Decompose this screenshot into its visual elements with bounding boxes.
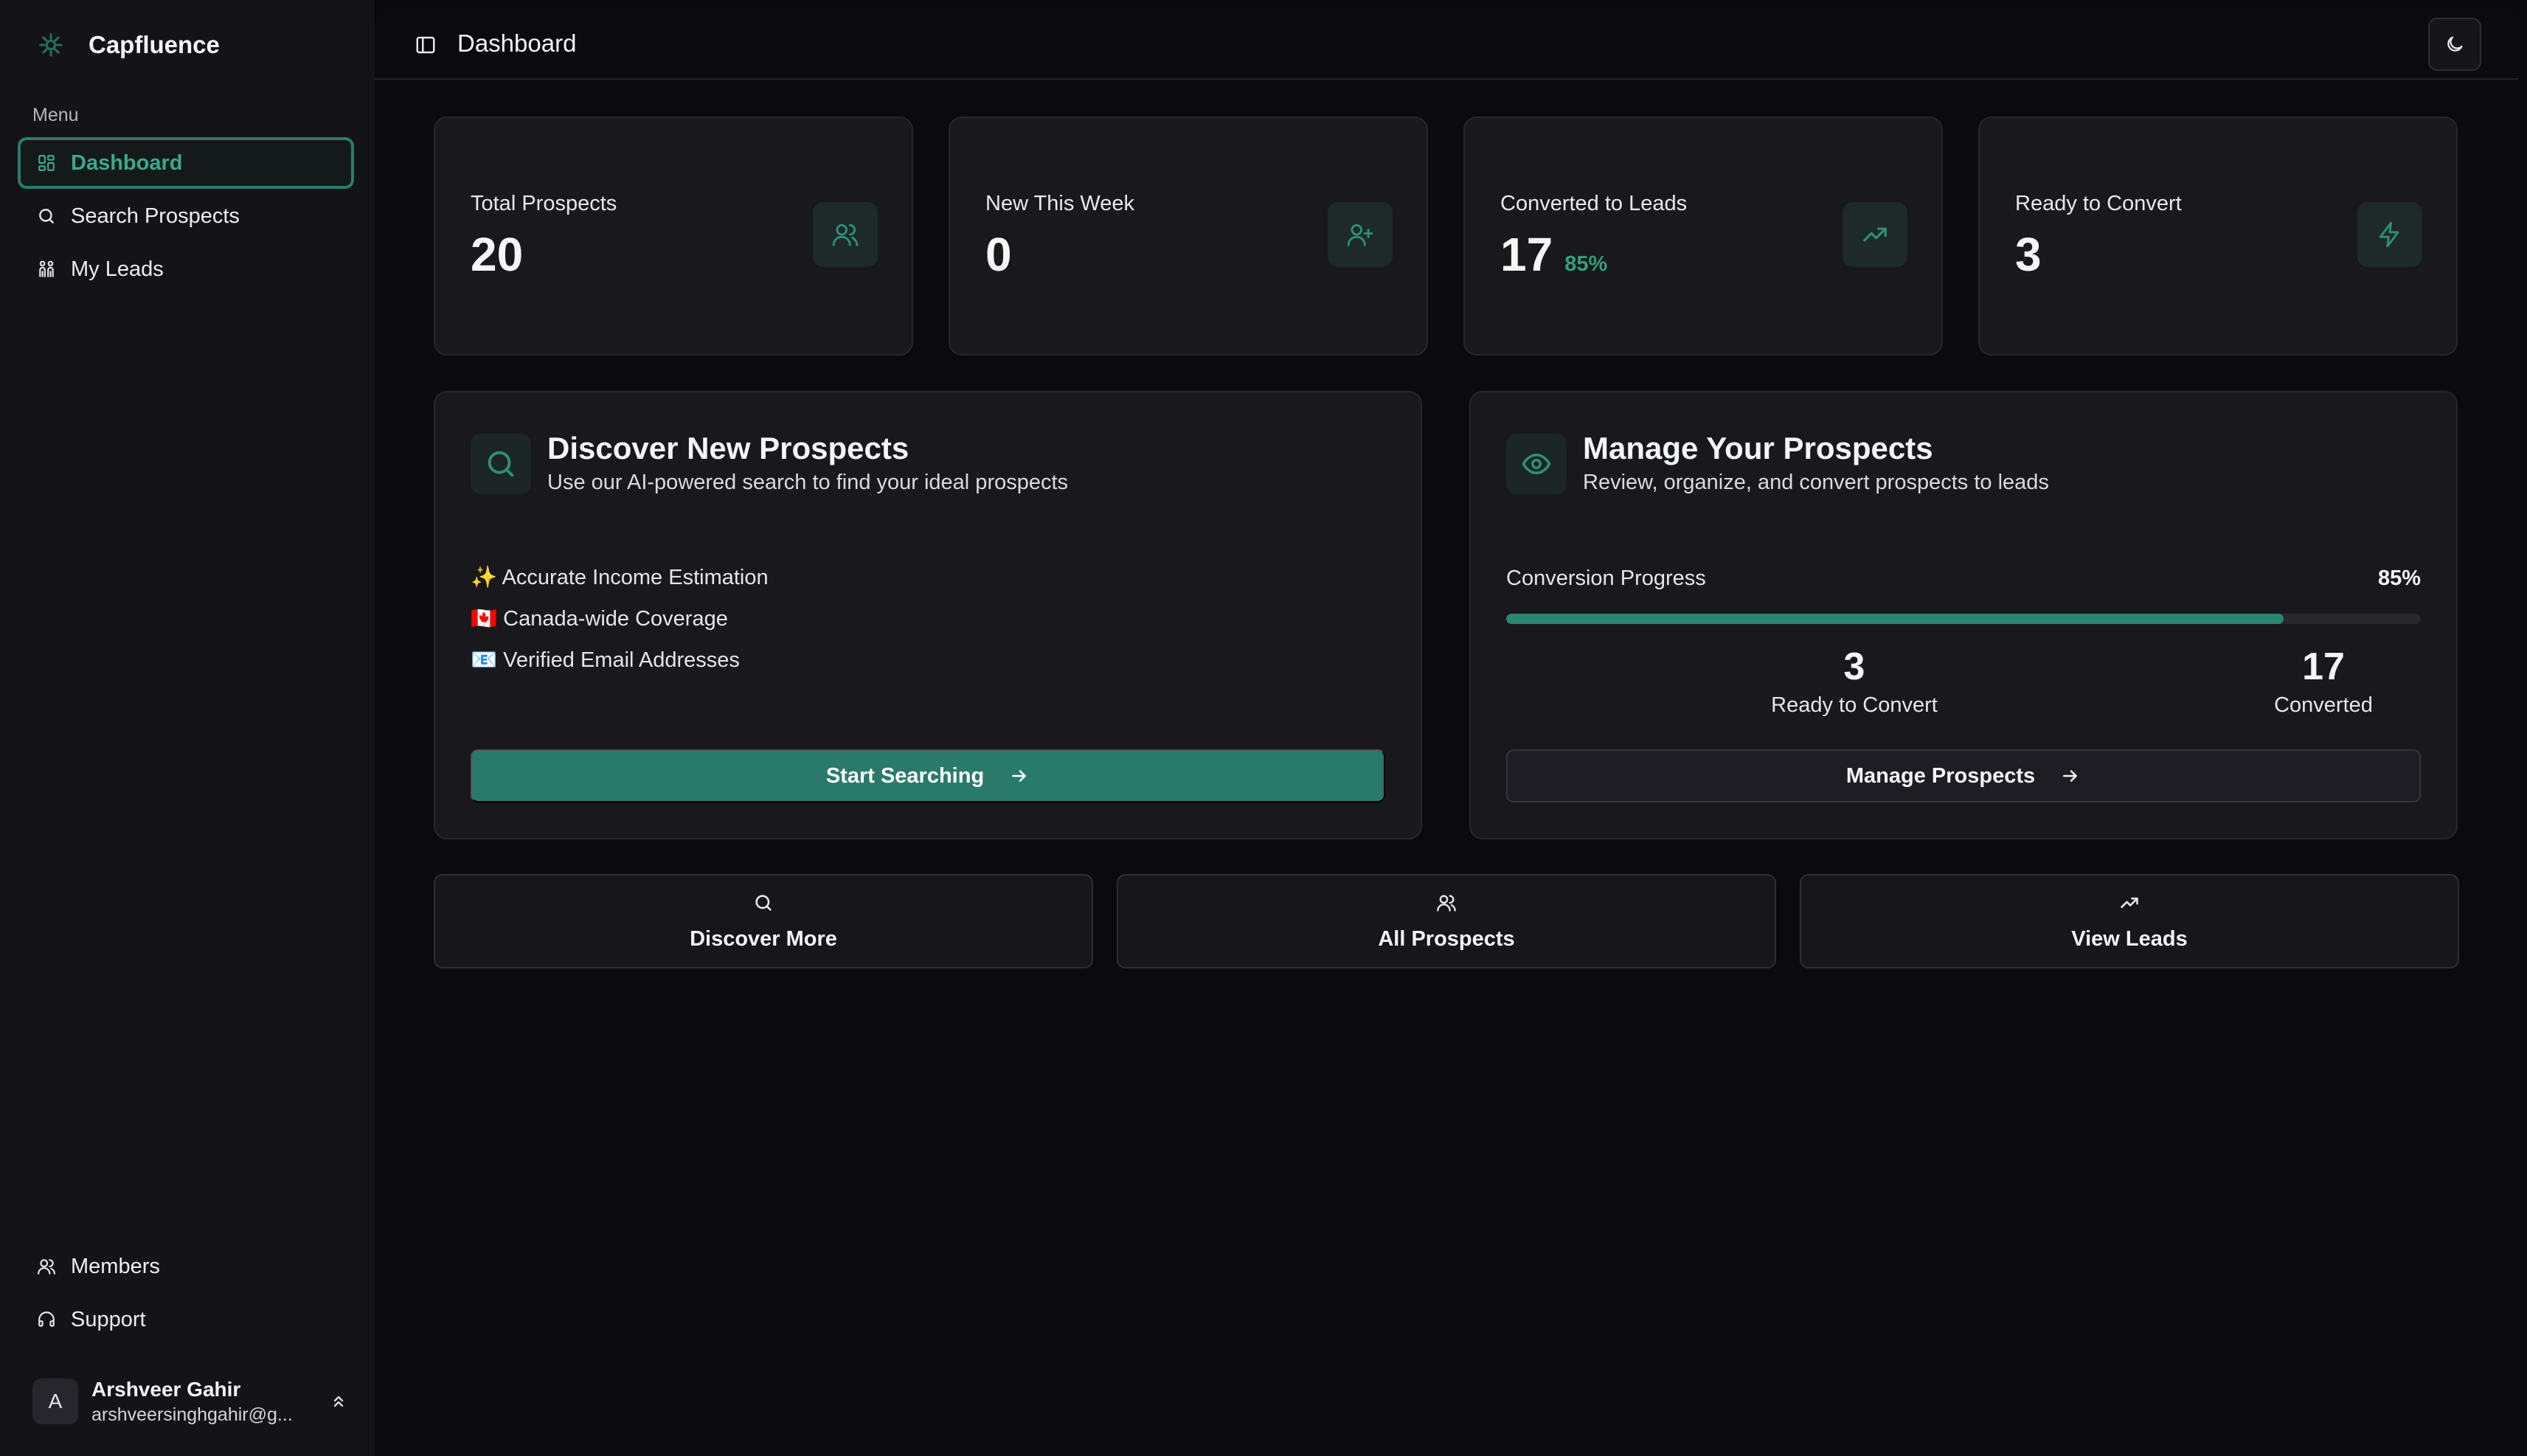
- manage-title: Manage Your Prospects: [1583, 431, 1933, 465]
- sidebar-item-label: Search Prospects: [71, 204, 240, 228]
- manage-description: Review, organize, and convert prospects …: [1583, 471, 2049, 494]
- eye-icon: [1506, 434, 1567, 494]
- search-icon: [471, 434, 531, 494]
- sidebar-item-members[interactable]: Members: [18, 1241, 354, 1292]
- sidebar: Capfluence Menu Dashboard Search Prospec…: [0, 0, 375, 1456]
- start-searching-button[interactable]: Start Searching: [471, 749, 1385, 802]
- brand[interactable]: Capfluence: [32, 27, 220, 63]
- view-leads-button[interactable]: View Leads: [1800, 874, 2459, 968]
- sidebar-item-my-leads[interactable]: My Leads: [18, 243, 354, 295]
- users-icon: [813, 202, 878, 267]
- arrow-right-icon: [1009, 766, 1030, 786]
- moon-icon: [2444, 34, 2465, 55]
- stat-value: 20: [471, 228, 524, 281]
- conversion-progress-bar: [1506, 614, 2421, 624]
- users-icon: [35, 1255, 58, 1278]
- logo-icon: [32, 27, 69, 63]
- discover-title: Discover New Prospects: [547, 431, 909, 465]
- discover-description: Use our AI-powered search to find your i…: [547, 471, 1069, 494]
- progress-label: Conversion Progress: [1506, 566, 1706, 590]
- user-email: arshveersinghgahir@g...: [91, 1404, 293, 1425]
- stat-card-new-this-week: New This Week 0: [949, 117, 1428, 356]
- stat-label: New This Week: [985, 192, 1134, 215]
- sidebar-item-support[interactable]: Support: [18, 1294, 354, 1345]
- manage-prospects-button[interactable]: Manage Prospects: [1506, 749, 2421, 802]
- sidebar-item-dashboard[interactable]: Dashboard: [18, 137, 354, 189]
- sidebar-item-label: Members: [71, 1254, 160, 1278]
- user-info: Arshveer Gahir arshveersinghgahir@g...: [91, 1378, 327, 1426]
- chevrons-up-icon[interactable]: [327, 1390, 350, 1412]
- search-icon: [35, 205, 58, 227]
- user-plus-icon: [1328, 202, 1393, 267]
- trending-up-icon: [1843, 202, 1907, 267]
- stat-label: Ready to Convert: [2015, 192, 2182, 215]
- conversion-rate-badge: 85%: [1564, 252, 1608, 276]
- sidebar-item-label: Support: [71, 1307, 146, 1331]
- sidebar-nav: Dashboard Search Prospects My Leads: [18, 137, 354, 297]
- converted-stat: 17 Converted: [2176, 645, 2471, 718]
- avatar: A: [32, 1379, 78, 1424]
- top-bar: Dashboard: [375, 9, 2518, 80]
- main-content: Dashboard Total Prospects 20 New This We…: [375, 9, 2518, 1456]
- search-icon: [752, 892, 774, 914]
- ready-to-convert-stat: 3 Ready to Convert: [1707, 645, 2002, 718]
- dashboard-icon: [35, 152, 58, 174]
- progress-percent: 85%: [2377, 566, 2421, 590]
- list-item: 📧 Verified Email Addresses: [471, 648, 740, 672]
- ready-count: 3: [1843, 645, 1865, 688]
- stat-value: 17 85%: [1500, 228, 1608, 281]
- user-name: Arshveer Gahir: [91, 1377, 241, 1401]
- discover-more-button[interactable]: Discover More: [434, 874, 1093, 968]
- stat-value: 0: [985, 228, 1012, 281]
- converted-label: Converted: [2274, 693, 2373, 717]
- stat-card-converted-to-leads: Converted to Leads 17 85%: [1463, 117, 1943, 356]
- all-prospects-button[interactable]: All Prospects: [1117, 874, 1776, 968]
- app-name: Capfluence: [89, 31, 220, 58]
- button-label: Start Searching: [825, 763, 985, 788]
- list-item: ✨ Accurate Income Estimation: [471, 566, 769, 589]
- stat-card-total-prospects: Total Prospects 20: [434, 117, 913, 356]
- button-label: View Leads: [2071, 926, 2188, 951]
- headset-icon: [35, 1308, 58, 1331]
- leads-icon: [35, 258, 58, 280]
- menu-section-label: Menu: [32, 105, 79, 125]
- page-title: Dashboard: [457, 30, 577, 57]
- list-item: 🇨🇦 Canada-wide Coverage: [471, 607, 728, 631]
- stat-label: Total Prospects: [471, 192, 617, 215]
- manage-prospects-card: Manage Your Prospects Review, organize, …: [1469, 391, 2458, 839]
- stat-label: Converted to Leads: [1500, 192, 1688, 215]
- ready-label: Ready to Convert: [1771, 693, 1938, 717]
- stat-value: 3: [2015, 228, 2042, 281]
- trending-up-icon: [2118, 892, 2141, 914]
- discover-prospects-card: Discover New Prospects Use our AI-powere…: [434, 391, 1422, 839]
- progress-fill: [1506, 614, 2284, 624]
- button-label: All Prospects: [1378, 926, 1515, 951]
- stat-card-ready-to-convert: Ready to Convert 3: [1978, 117, 2458, 356]
- user-menu[interactable]: A Arshveer Gahir arshveersinghgahir@g...: [32, 1376, 350, 1426]
- sidebar-item-label: My Leads: [71, 257, 164, 281]
- users-icon: [1435, 892, 1457, 914]
- lightning-icon: [2357, 202, 2422, 267]
- sidebar-item-label: Dashboard: [71, 150, 183, 175]
- arrow-right-icon: [2060, 766, 2081, 786]
- button-label: Manage Prospects: [1845, 763, 2036, 788]
- converted-count: 17: [2302, 645, 2345, 688]
- button-label: Discover More: [690, 926, 837, 951]
- theme-toggle-button[interactable]: [2428, 18, 2481, 71]
- sidebar-bottom-nav: Members Support: [18, 1241, 354, 1347]
- sidebar-item-search-prospects[interactable]: Search Prospects: [18, 190, 354, 242]
- sidebar-toggle-icon[interactable]: [413, 32, 438, 58]
- feature-list: ✨ Accurate Income Estimation 🇨🇦 Canada-w…: [471, 565, 769, 689]
